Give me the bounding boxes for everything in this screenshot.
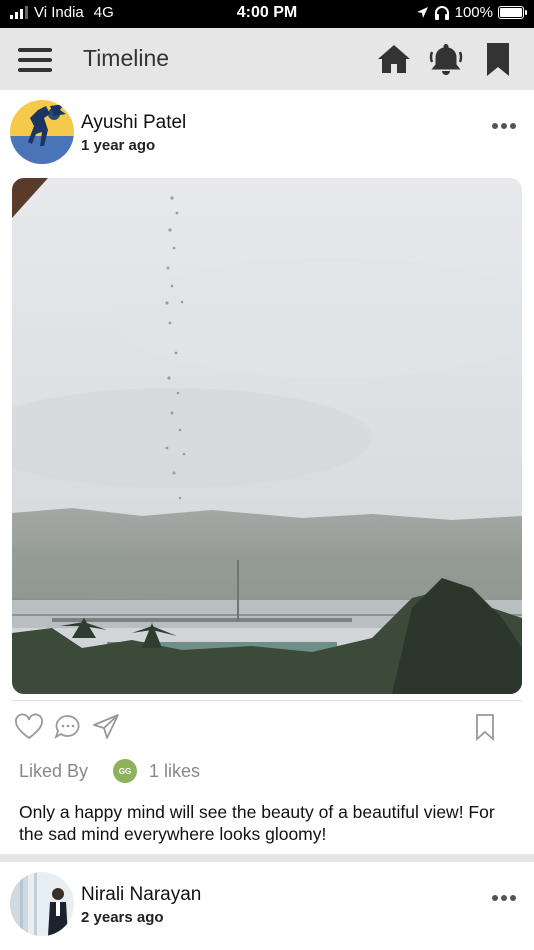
post-time: 1 year ago <box>81 137 156 154</box>
avatar[interactable] <box>10 872 74 936</box>
headphones-icon <box>434 5 449 20</box>
post-divider <box>0 854 534 862</box>
avatar[interactable] <box>10 100 74 164</box>
bell-icon[interactable] <box>427 40 465 78</box>
app-header: Timeline <box>0 28 534 90</box>
comment-icon[interactable] <box>53 712 83 742</box>
heart-icon[interactable] <box>14 712 44 742</box>
post-header: Ayushi Patel 1 year ago <box>0 90 534 170</box>
status-right: 100% <box>416 4 527 21</box>
share-icon[interactable] <box>91 712 121 742</box>
post-caption: Only a happy mind will see the beauty of… <box>19 802 495 844</box>
author-name[interactable]: Ayushi Patel <box>81 112 186 134</box>
save-icon[interactable] <box>470 712 500 742</box>
status-bar: Vi India 4G 4:00 PM 100% <box>0 0 534 28</box>
liked-by-label: Liked By <box>19 761 89 781</box>
post-header: Nirali Narayan 2 years ago <box>0 862 534 950</box>
more-options-icon[interactable] <box>492 895 516 903</box>
bookmark-icon[interactable] <box>479 40 517 78</box>
more-options-icon[interactable] <box>492 123 516 131</box>
divider-line <box>12 700 522 701</box>
page-title: Timeline <box>83 45 170 71</box>
menu-icon[interactable] <box>18 48 52 72</box>
home-icon[interactable] <box>375 40 413 78</box>
liker-avatar[interactable]: GG <box>113 759 137 783</box>
post-image[interactable] <box>12 178 522 694</box>
battery-icon <box>498 6 527 19</box>
author-name[interactable]: Nirali Narayan <box>81 884 201 906</box>
location-icon <box>416 7 428 18</box>
likes-row: Liked By GG 1 likes <box>19 758 319 784</box>
post-time: 2 years ago <box>81 909 164 926</box>
likes-count[interactable]: 1 likes <box>149 761 200 782</box>
battery-percent: 100% <box>454 4 493 21</box>
